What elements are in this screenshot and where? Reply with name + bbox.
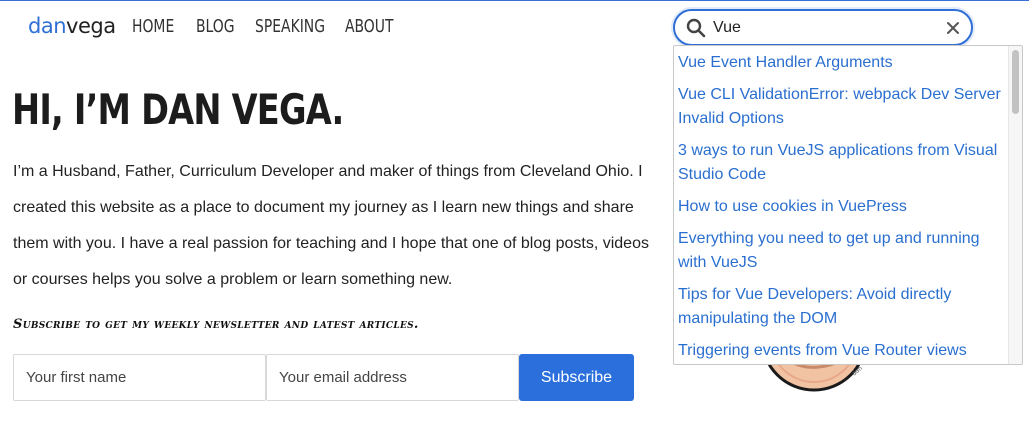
search-results-dropdown: Vue Event Handler Arguments Vue CLI Vali… bbox=[673, 45, 1023, 365]
search-result[interactable]: Vue Event Handler Arguments bbox=[678, 51, 1008, 83]
nav-home[interactable]: HOME bbox=[132, 14, 174, 40]
results-scrollbar[interactable] bbox=[1008, 46, 1022, 364]
first-name-input[interactable] bbox=[13, 354, 266, 401]
intro-paragraph: I’m a Husband, Father, Curriculum Develo… bbox=[13, 163, 649, 288]
nav-about[interactable]: ABOUT bbox=[345, 14, 393, 40]
search-result[interactable]: How to use cookies in VuePress bbox=[678, 195, 1008, 227]
newsletter-tagline: Subscribe to get my weekly newsletter an… bbox=[13, 317, 419, 332]
search-box bbox=[673, 9, 973, 46]
nav-blog[interactable]: BLOG bbox=[196, 14, 235, 40]
logo-part-vega: vega bbox=[66, 14, 116, 38]
email-input[interactable] bbox=[266, 354, 519, 401]
search-result[interactable]: Everything you need to get up and runnin… bbox=[678, 227, 1008, 283]
hero-title: HI, I’M DAN VEGA. bbox=[12, 85, 344, 134]
main-nav: HOME BLOG SPEAKING ABOUT bbox=[132, 14, 393, 40]
subscribe-button[interactable]: Subscribe bbox=[519, 354, 634, 401]
newsletter-form: Subscribe bbox=[13, 354, 634, 401]
search-result[interactable]: Vue CLI ValidationError: webpack Dev Ser… bbox=[678, 83, 1008, 139]
site-logo[interactable]: danvega bbox=[28, 12, 116, 40]
logo-part-dan: dan bbox=[28, 14, 67, 38]
search-result[interactable]: Tips for Vue Developers: Avoid directly … bbox=[678, 283, 1008, 339]
clear-search-icon[interactable] bbox=[939, 14, 967, 42]
search-result[interactable]: 3 ways to run VueJS applications from Vi… bbox=[678, 139, 1008, 195]
search-results-list: Vue Event Handler Arguments Vue CLI Vali… bbox=[674, 46, 1008, 364]
top-accent-line bbox=[0, 0, 1029, 1]
nav-speaking[interactable]: SPEAKING bbox=[255, 14, 325, 40]
search-result[interactable]: Triggering events from Vue Router views bbox=[678, 339, 1008, 364]
search-input[interactable] bbox=[713, 12, 939, 43]
search-icon bbox=[679, 11, 713, 45]
scrollbar-thumb[interactable] bbox=[1012, 50, 1019, 114]
